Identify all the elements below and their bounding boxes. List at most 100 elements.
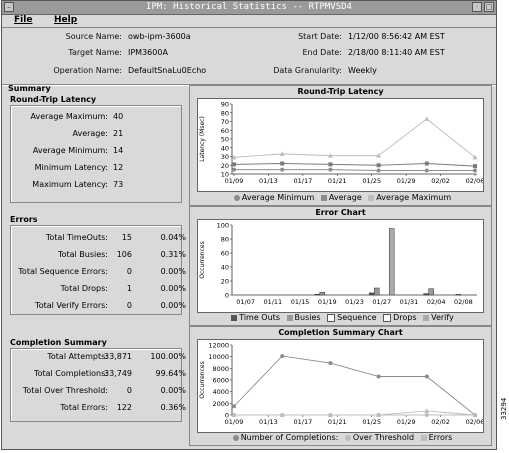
data-point bbox=[232, 404, 236, 409]
title-bar[interactable]: – IPM: Historical Statistics -- RTPMVSD4… bbox=[2, 1, 496, 15]
data-point bbox=[424, 161, 429, 166]
x-tick-label: 01/19 bbox=[318, 298, 337, 306]
legend-avg-max: Average Maximum bbox=[376, 193, 452, 202]
data-point bbox=[328, 162, 333, 167]
target-label: Target Name: bbox=[68, 48, 122, 57]
rtl-chart-panel: Round-Trip Latency 10 20 30 40 50 60 70 80 90 Lat… bbox=[189, 85, 492, 206]
granularity-label: Data Granularity: bbox=[273, 66, 342, 75]
summary-title: Summary bbox=[8, 84, 51, 93]
source-value: owb-ipm-3600a bbox=[128, 32, 191, 41]
start-label: Start Date: bbox=[298, 32, 342, 41]
figure-id: 33294 bbox=[500, 397, 508, 420]
legend-sequence: Sequence bbox=[337, 313, 377, 322]
data-point bbox=[328, 361, 333, 366]
series-line bbox=[234, 169, 475, 171]
x-tick-label: 01/13 bbox=[259, 418, 278, 426]
y-tick-label: 50 bbox=[221, 136, 229, 144]
y-tick-label: 30 bbox=[221, 153, 229, 161]
errors-summary-title: Errors bbox=[10, 215, 38, 224]
data-point bbox=[376, 168, 381, 173]
legend-avg: Average bbox=[328, 193, 362, 202]
legend-avg-min: Average Minimum bbox=[241, 193, 315, 202]
series-line bbox=[234, 410, 476, 416]
bar bbox=[314, 294, 321, 296]
x-tick-label: 01/15 bbox=[291, 298, 310, 306]
x-tick-label: 02/06 bbox=[466, 177, 484, 185]
rtl-stat-label: Average Minimum: bbox=[32, 146, 108, 155]
y-tick-label: 6000 bbox=[212, 377, 229, 385]
data-point bbox=[424, 168, 429, 173]
bar bbox=[455, 294, 462, 296]
completion-stat-label: Total Over Threshold: bbox=[22, 386, 108, 395]
bar bbox=[423, 293, 429, 296]
x-tick-label: 01/23 bbox=[345, 298, 364, 306]
maximize-icon[interactable]: □ bbox=[484, 2, 494, 12]
data-point bbox=[473, 168, 477, 173]
granularity-value: Weekly bbox=[348, 66, 377, 75]
completion-stat-label: Total Errors: bbox=[60, 403, 108, 412]
y-tick-label: 80 bbox=[221, 236, 229, 244]
y-tick-label: 70 bbox=[221, 118, 229, 126]
x-tick-label: 02/02 bbox=[431, 177, 450, 185]
series-line bbox=[233, 355, 476, 416]
error-chart-panel: Error Chart 0 20 40 60 80 100 Occurrences 01/07… bbox=[189, 206, 492, 326]
x-tick-label: 01/17 bbox=[293, 418, 312, 426]
start-value: 1/12/00 8:56:42 AM EST bbox=[348, 32, 445, 41]
rtl-stat-value: 40 bbox=[113, 112, 124, 121]
x-tick-label: 01/11 bbox=[263, 298, 282, 306]
menu-file[interactable]: File bbox=[14, 15, 32, 25]
legend-timeouts-marker bbox=[231, 314, 238, 321]
bar bbox=[373, 287, 380, 296]
errors-summary-group: Errors Total TimeOuts: 15 0.04% Total Busie… bbox=[6, 215, 186, 317]
x-tick-label: 02/06 bbox=[466, 418, 484, 426]
data-point bbox=[232, 167, 236, 172]
legend-busies: Busies bbox=[294, 313, 321, 322]
data-point bbox=[232, 162, 236, 167]
y-tick-label: 0 bbox=[225, 292, 229, 300]
completion-stat-percent: 0.36% bbox=[160, 403, 186, 412]
end-value: 2/18/00 8:11:40 AM EST bbox=[348, 48, 445, 57]
bar bbox=[368, 292, 375, 296]
y-tick-label: 40 bbox=[221, 144, 229, 152]
y-tick-label: 12000 bbox=[208, 342, 229, 350]
y-tick-label: 8000 bbox=[212, 365, 229, 373]
y-tick-label: 80 bbox=[221, 109, 229, 117]
legend-completions-marker bbox=[232, 434, 239, 441]
data-point bbox=[280, 354, 285, 359]
error-chart: 0 20 40 60 80 100 Occurrences 01/07 01/11 01/15 01… bbox=[197, 219, 484, 313]
y-axis-label: Occurrences bbox=[199, 241, 206, 278]
x-tick-label: 02/02 bbox=[431, 418, 450, 426]
completion-summary-group: Completion Summary Total Attempts: 33,871… bbox=[6, 338, 186, 422]
main-window: – IPM: Historical Statistics -- RTPMVSD4… bbox=[1, 0, 497, 450]
x-tick-label: 02/08 bbox=[454, 298, 473, 306]
completion-stat-label: Total Attempts: bbox=[47, 352, 108, 361]
y-axis-label: Latency (Msec) bbox=[199, 116, 206, 162]
rtl-chart: 102030405060708090Latency (Msec)01/09 01/… bbox=[197, 98, 484, 192]
error-stat-percent: 0.31% bbox=[160, 250, 186, 259]
error-stat-label: Total Sequence Errors: bbox=[18, 267, 108, 276]
completion-summary-title: Completion Summary bbox=[10, 338, 107, 347]
window-title: IPM: Historical Statistics -- RTPMVSD4 bbox=[146, 2, 352, 12]
x-tick-label: 01/09 bbox=[225, 177, 244, 185]
rtl-stat-value: 14 bbox=[113, 146, 124, 155]
rtl-chart-title: Round-Trip Latency bbox=[297, 87, 384, 96]
y-tick-label: 100 bbox=[217, 222, 229, 230]
y-tick-label: 4000 bbox=[212, 388, 229, 396]
bar bbox=[428, 288, 434, 296]
legend-busies-marker bbox=[286, 314, 293, 321]
y-tick-label: 60 bbox=[221, 127, 229, 135]
rtl-stat-label: Maximum Latency: bbox=[32, 180, 108, 189]
completion-chart-panel: Completion Summary Chart 0 2000 4000 6000 80… bbox=[189, 326, 492, 446]
legend-over-threshold: Over Threshold bbox=[352, 433, 415, 442]
x-tick-label: 01/25 bbox=[362, 418, 381, 426]
x-tick-label: 01/13 bbox=[259, 177, 278, 185]
data-point bbox=[473, 164, 477, 169]
legend-verify: Verify bbox=[431, 313, 454, 322]
legend-over-threshold-marker bbox=[344, 434, 351, 441]
data-point bbox=[424, 374, 429, 379]
error-stat-label: Total Verify Errors: bbox=[35, 301, 108, 310]
menu-help[interactable]: Help bbox=[54, 15, 77, 25]
x-tick-label: 01/21 bbox=[328, 418, 347, 426]
rtl-summary-group: Round-Trip Latency Average Maximum: 40 Ave… bbox=[6, 95, 184, 207]
minimize-icon[interactable]: · bbox=[472, 2, 482, 12]
